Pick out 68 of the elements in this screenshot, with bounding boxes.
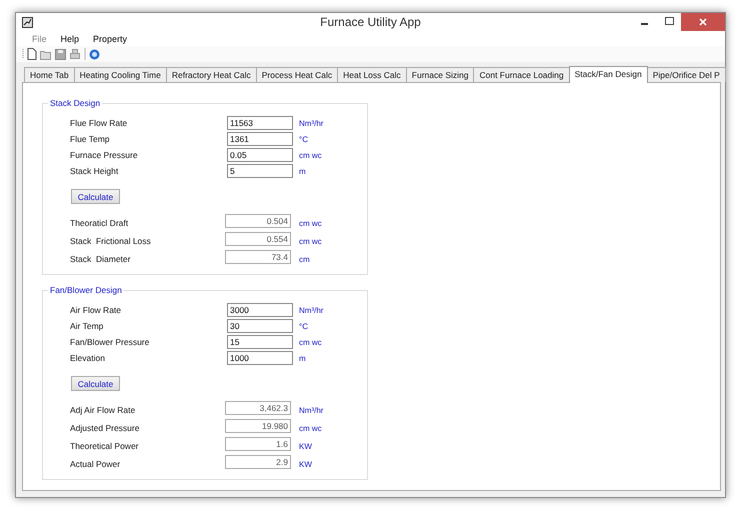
save-icon[interactable] (55, 48, 66, 60)
field-label: Stack Height (70, 166, 120, 176)
unit-label: °C (298, 134, 309, 144)
unit-label: cm wc (298, 150, 323, 160)
tab[interactable]: Refractory Heat Calc (166, 67, 257, 82)
tab[interactable]: Pipe/Orifice Del P (646, 67, 726, 82)
menu-item[interactable]: Help (54, 34, 86, 44)
unit-label: cm wc (298, 424, 323, 432)
new-file-icon[interactable] (27, 48, 37, 60)
result-label: Theoraticl Draft (70, 218, 130, 228)
tab[interactable]: Cont Furnace Loading (473, 67, 570, 82)
field-label: Elevation (70, 353, 106, 363)
input-field[interactable]: 1000 (227, 351, 293, 365)
help-icon[interactable] (89, 48, 100, 60)
unit-label: KW (298, 460, 313, 468)
result-label: Theoretical Power (70, 441, 140, 451)
input-field[interactable]: 3000 (227, 303, 293, 317)
field-label: Air Flow Rate (70, 305, 122, 315)
input-field[interactable]: 15 (227, 335, 293, 349)
tab[interactable]: Stack/Fan Design (568, 66, 648, 83)
window-title: Furnace Utility App (320, 15, 421, 30)
unit-label: cm (298, 254, 311, 264)
calculate-button[interactable]: Calculate (71, 376, 120, 391)
result-field[interactable]: 3,462.3 (225, 401, 291, 415)
close-button[interactable] (681, 13, 725, 31)
result-field[interactable]: 19.980 (225, 419, 291, 433)
group-title: Stack Design (49, 98, 102, 108)
menu-item[interactable]: Property (87, 34, 134, 44)
field-label: Flue Temp (70, 134, 111, 144)
unit-label: cm wc (298, 218, 323, 228)
unit-label: m (298, 354, 307, 362)
unit-label: KW (298, 442, 313, 450)
tab[interactable]: Heating Cooling Time (74, 67, 167, 82)
unit-label: m (298, 166, 307, 176)
result-label: Stack Frictional Loss (70, 236, 152, 246)
field-label: Furnace Pressure (70, 150, 139, 160)
result-field[interactable]: 0.554 (225, 232, 291, 246)
result-field[interactable]: 1.6 (225, 437, 291, 451)
field-label: Air Temp (70, 321, 104, 331)
toolbar-separator (84, 48, 86, 60)
tab[interactable]: Furnace Sizing (406, 67, 474, 82)
field-label: Flue Flow Rate (70, 118, 128, 128)
unit-label: Nm³/hr (298, 406, 324, 414)
result-label: Stack Diameter (70, 254, 132, 264)
result-field[interactable]: 2.9 (225, 455, 291, 469)
input-field[interactable]: 0.05 (227, 148, 293, 162)
result-label: Adjusted Pressure (70, 423, 140, 433)
result-field[interactable]: 0.504 (225, 214, 291, 228)
result-field[interactable]: 73.4 (225, 250, 291, 264)
maximize-icon (664, 17, 674, 25)
unit-label: cm wc (298, 338, 323, 346)
unit-label: cm wc (298, 236, 323, 246)
input-field[interactable]: 1361 (227, 132, 293, 146)
group-title: Fan/Blower Design (49, 285, 123, 295)
unit-label: Nm³/hr (298, 118, 324, 128)
printer-icon[interactable] (69, 48, 81, 60)
calculate-button[interactable]: Calculate (71, 189, 120, 204)
unit-label: Nm³/hr (298, 306, 324, 314)
input-field[interactable]: 11563 (227, 116, 293, 130)
unit-label: °C (298, 322, 309, 330)
input-field[interactable]: 30 (227, 319, 293, 333)
input-field[interactable]: 5 (227, 164, 293, 178)
close-icon (699, 18, 707, 26)
field-label: Fan/Blower Pressure (70, 337, 150, 347)
result-label: Adj Air Flow Rate (70, 405, 136, 415)
app-icon (22, 16, 33, 28)
result-label: Actual Power (70, 459, 122, 469)
tab[interactable]: Home Tab (24, 67, 75, 82)
